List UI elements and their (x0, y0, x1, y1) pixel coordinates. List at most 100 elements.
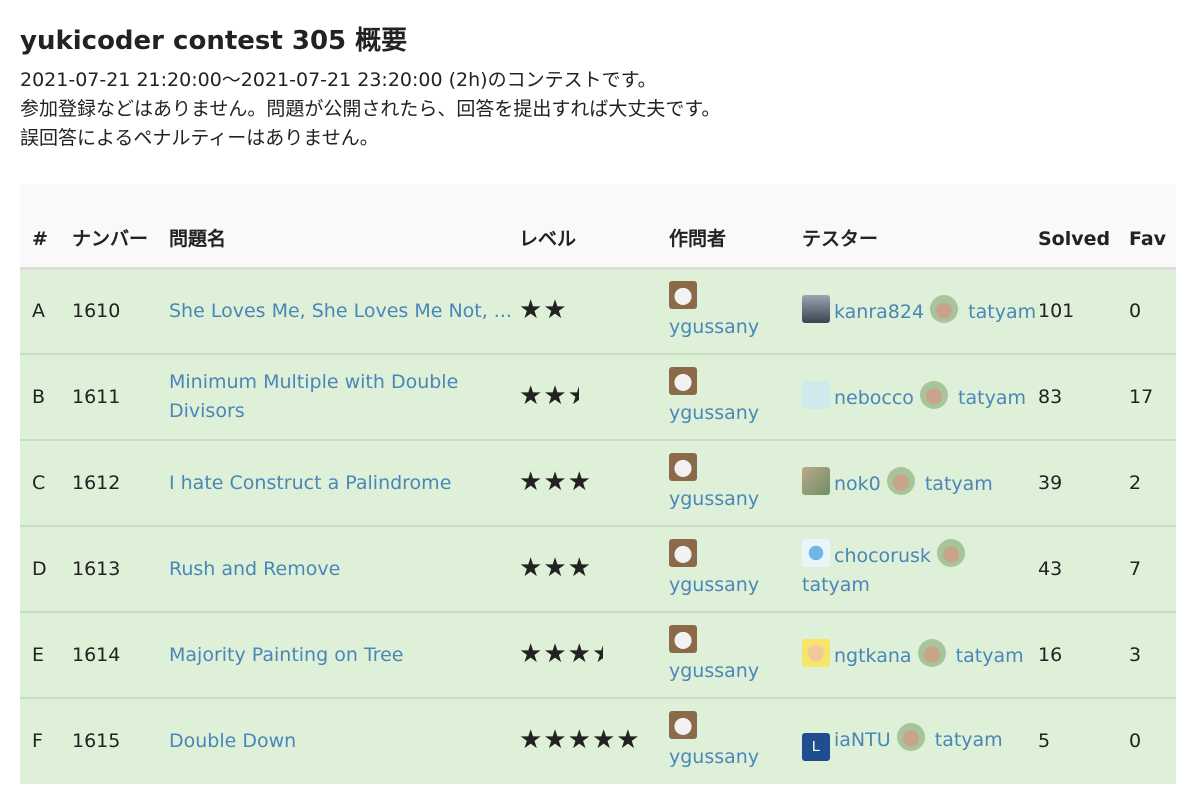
star-icon: ★ (567, 638, 592, 669)
level-cell: ★★★ (519, 439, 669, 526)
user-chocorusk[interactable]: chocorusk (802, 538, 931, 567)
author-cell: ygussany (669, 697, 802, 784)
star-icon: ★ (519, 725, 544, 755)
anime-avatar-icon[interactable] (802, 639, 830, 667)
page-title: yukicoder contest 305 概要 (20, 26, 408, 56)
sheep-avatar-icon[interactable] (669, 366, 697, 395)
user-link[interactable]: chocorusk (834, 545, 931, 567)
user-tatyam[interactable]: tatyam (930, 295, 1036, 324)
landscape-avatar-icon[interactable] (802, 295, 830, 324)
problem-rows: A 1610 She Loves Me, She Loves Me Not, ...… (20, 267, 1176, 784)
user-tatyam[interactable]: tatyam (919, 381, 1026, 409)
user-link[interactable]: tatyam (935, 729, 1003, 751)
user-link[interactable]: kanra824 (834, 301, 924, 323)
user-ygussany[interactable]: ygussany (669, 452, 802, 514)
anime-girl-avatar-icon[interactable] (886, 467, 915, 495)
tester-cell: nebocco tatyam (802, 353, 1038, 440)
user-ygussany[interactable]: ygussany (669, 366, 802, 428)
table-row: E1614Majority Painting on Tree★★★★ygussa… (20, 611, 1176, 698)
tester-cell: ngtkana tatyam (802, 611, 1038, 698)
header-level[interactable]: レベル (519, 184, 669, 270)
user-link[interactable]: ygussany (669, 746, 759, 768)
user-link[interactable]: ygussany (669, 316, 759, 338)
anime-girl-avatar-icon[interactable] (937, 538, 965, 567)
user-ygussany[interactable]: ygussany (669, 538, 802, 600)
user-kanra824[interactable]: kanra824 (802, 295, 924, 324)
anime-girl-avatar-icon[interactable] (919, 381, 948, 409)
user-ygussany[interactable]: ygussany (669, 280, 802, 342)
problem-name-cell: I hate Construct a Palindrome (169, 439, 519, 526)
star-icon: ★ (543, 552, 568, 583)
user-nebocco[interactable]: nebocco (802, 381, 914, 409)
user-link[interactable]: ygussany (669, 574, 759, 596)
user-link[interactable]: nebocco (834, 387, 914, 409)
user-iaNTU[interactable]: LiaNTU (802, 729, 891, 761)
anime-girl-avatar-icon[interactable] (917, 639, 946, 667)
header-tester[interactable]: テスター (802, 184, 1038, 270)
sheep-avatar-icon[interactable] (669, 538, 697, 567)
author-avatar-line (669, 366, 802, 399)
user-link[interactable]: tatyam (802, 574, 870, 596)
problem-name-cell: Minimum Multiple with Double Divisors (169, 353, 519, 440)
user-link[interactable]: ygussany (669, 402, 759, 424)
table-row: D 1613 Rush and Remove ★★★ ygussany chocorusk… (20, 525, 1176, 612)
header-solved[interactable]: Solved (1038, 184, 1129, 270)
problem-number: 1612 (72, 439, 169, 526)
problem-link[interactable]: She Loves Me, She Loves Me Not, ... (169, 300, 512, 322)
level-stars: ★★★ (519, 553, 592, 583)
user-link[interactable]: tatyam (968, 301, 1036, 323)
sheep-avatar-icon[interactable] (669, 624, 697, 653)
problem-number: 1610 (72, 267, 169, 354)
solved-count: 43 (1038, 525, 1129, 612)
tester-cell: LiaNTU tatyam (802, 697, 1038, 784)
user-link[interactable]: ygussany (669, 660, 759, 682)
user-tatyam[interactable]: tatyam (886, 467, 993, 495)
user-link[interactable]: tatyam (958, 387, 1026, 409)
author-avatar-line (669, 538, 802, 571)
problem-link[interactable]: Rush and Remove (169, 558, 340, 580)
user-tatyam[interactable]: tatyam (917, 639, 1024, 667)
sheep-avatar-icon[interactable] (669, 280, 697, 309)
user-ygussany[interactable]: ygussany (669, 624, 802, 686)
header-fav[interactable]: Fav (1129, 184, 1176, 270)
user-link[interactable]: tatyam (956, 645, 1024, 667)
glasses-avatar-icon[interactable] (802, 381, 830, 409)
author-cell: ygussany (669, 439, 802, 526)
problem-number: 1615 (72, 697, 169, 784)
contest-period-text: 2021-07-21 21:20:00〜2021-07-21 23:20:00 … (20, 69, 657, 91)
problem-link[interactable]: I hate Construct a Palindrome (169, 472, 451, 494)
user-link[interactable]: nok0 (834, 473, 881, 495)
anime-girl-avatar-icon[interactable] (930, 295, 959, 324)
user-ngtkana[interactable]: ngtkana (802, 639, 912, 667)
problem-link[interactable]: Minimum Multiple with Double Divisors (169, 371, 458, 422)
level-stars: ★★★★★ (519, 725, 641, 755)
user-tatyam[interactable]: tatyam (896, 722, 1003, 751)
user-link[interactable]: tatyam (925, 473, 993, 495)
user-ygussany[interactable]: ygussany (669, 711, 802, 772)
user-nok0[interactable]: nok0 (802, 467, 881, 495)
user-link[interactable]: ngtkana (834, 645, 912, 667)
header-id[interactable]: # (20, 184, 72, 270)
photo-avatar-icon[interactable] (802, 467, 830, 495)
problem-id: F (20, 697, 72, 784)
user-link[interactable]: iaNTU (834, 729, 891, 751)
letter-avatar-icon[interactable]: L (802, 732, 830, 761)
contest-penalty-text: 誤回答によるペナルティーはありません。 (20, 127, 379, 149)
star-icon: ★ (591, 725, 617, 755)
header-name[interactable]: 問題名 (169, 184, 519, 270)
header-number[interactable]: ナンバー (72, 184, 169, 270)
star-icon: ★ (519, 638, 544, 669)
problem-link[interactable]: Majority Painting on Tree (169, 644, 404, 666)
author-cell: ygussany (669, 353, 802, 440)
problem-link[interactable]: Double Down (169, 730, 296, 752)
anime-girl-avatar-icon[interactable] (896, 722, 925, 751)
problem-table: # ナンバー 問題名 レベル 作問者 テスター Solved Fav A 1610… (20, 184, 1176, 784)
sheep-avatar-icon[interactable] (669, 711, 697, 739)
user-link[interactable]: ygussany (669, 488, 759, 510)
sheep-avatar-icon[interactable] (669, 452, 697, 481)
blue-character-avatar-icon[interactable] (802, 538, 830, 567)
header-author[interactable]: 作問者 (669, 184, 802, 270)
solved-count: 83 (1038, 353, 1129, 440)
level-cell: ★★★ (519, 525, 669, 612)
level-cell: ★★★ (519, 353, 669, 440)
